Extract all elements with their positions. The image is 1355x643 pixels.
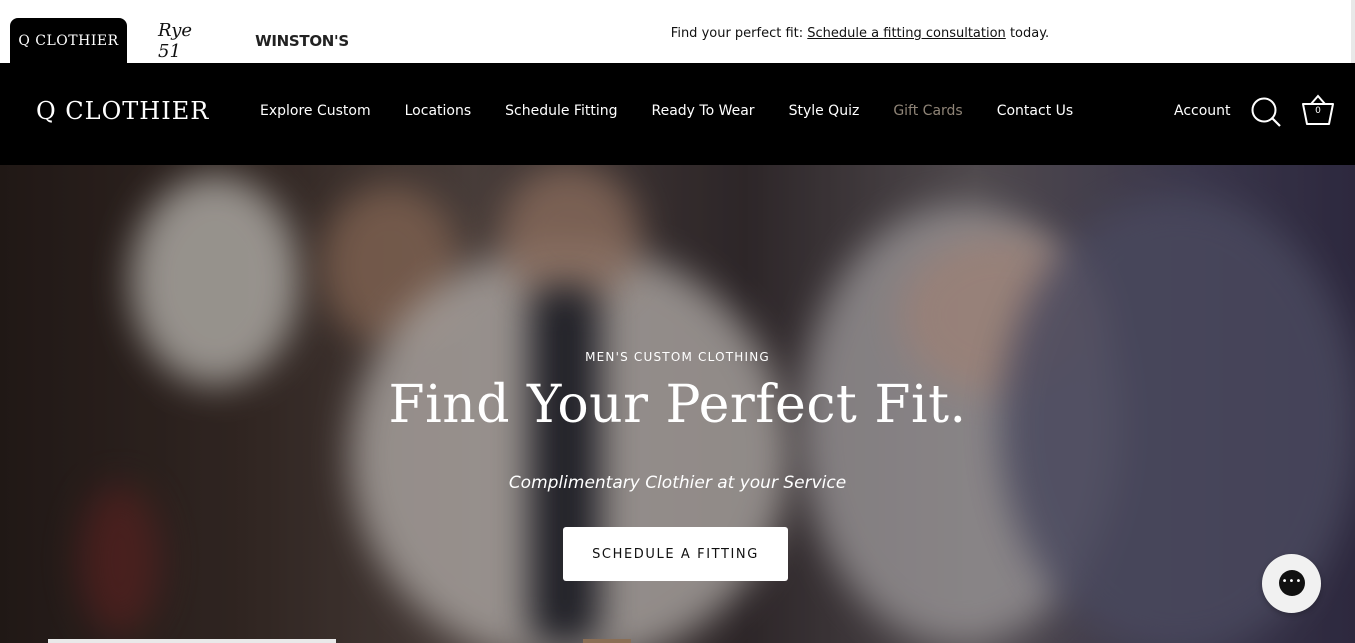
brand-tab-winstons[interactable]: WINSTON'S	[248, 18, 356, 63]
brand-tab-rye51[interactable]: Rye 51	[158, 18, 210, 63]
hero-subhead: Complimentary Clothier at your Service	[508, 473, 847, 493]
nav-item-gift-cards[interactable]: Gift Cards	[893, 103, 962, 119]
hero-eyebrow: MEN'S CUSTOM CLOTHING	[585, 350, 770, 364]
nav-item-schedule-fitting[interactable]: Schedule Fitting	[505, 103, 617, 119]
promo-text: Find your perfect fit:	[670, 26, 808, 41]
page-scrollbar[interactable]	[1351, 0, 1355, 63]
brand-tab-label: Rye 51	[158, 19, 193, 62]
main-nav: Q CLOTHIER Explore Custom Locations Sche…	[0, 63, 1355, 165]
brand-tab-label: WINSTON'S	[255, 31, 349, 50]
brand-tab-q-clothier[interactable]: Q CLOTHIER	[10, 18, 127, 63]
nav-menu: Explore Custom Locations Schedule Fittin…	[260, 103, 1107, 119]
hero-banner: MEN'S CUSTOM CLOTHING Find Your Perfect …	[0, 165, 1355, 643]
hero-headline: Find Your Perfect Fit.	[388, 375, 967, 435]
nav-item-explore-custom[interactable]: Explore Custom	[260, 103, 371, 119]
promo-banner: Find your perfect fit: Schedule a fittin…	[600, 26, 1120, 41]
cart-count-badge: 0	[1315, 106, 1321, 116]
brand-bar: Q CLOTHIER Rye 51 WINSTON'S Find your pe…	[0, 0, 1355, 63]
nav-item-contact-us[interactable]: Contact Us	[997, 103, 1073, 119]
chat-icon: •••	[1279, 570, 1305, 596]
promo-link[interactable]: Schedule a fitting consultation	[807, 26, 1006, 41]
nav-item-ready-to-wear[interactable]: Ready To Wear	[651, 103, 754, 119]
chat-button[interactable]: •••	[1262, 554, 1321, 613]
slide-progress-marker	[583, 639, 631, 643]
search-icon[interactable]	[1250, 96, 1282, 128]
nav-item-locations[interactable]: Locations	[405, 103, 472, 119]
promo-text-suffix: today.	[1005, 26, 1050, 41]
brand-tab-label: Q CLOTHIER	[18, 32, 119, 49]
nav-item-style-quiz[interactable]: Style Quiz	[789, 103, 860, 119]
schedule-fitting-button[interactable]: SCHEDULE A FITTING	[563, 527, 788, 581]
slide-progress-bar	[48, 639, 336, 643]
site-logo[interactable]: Q CLOTHIER	[36, 97, 209, 125]
account-link[interactable]: Account	[1174, 103, 1231, 119]
